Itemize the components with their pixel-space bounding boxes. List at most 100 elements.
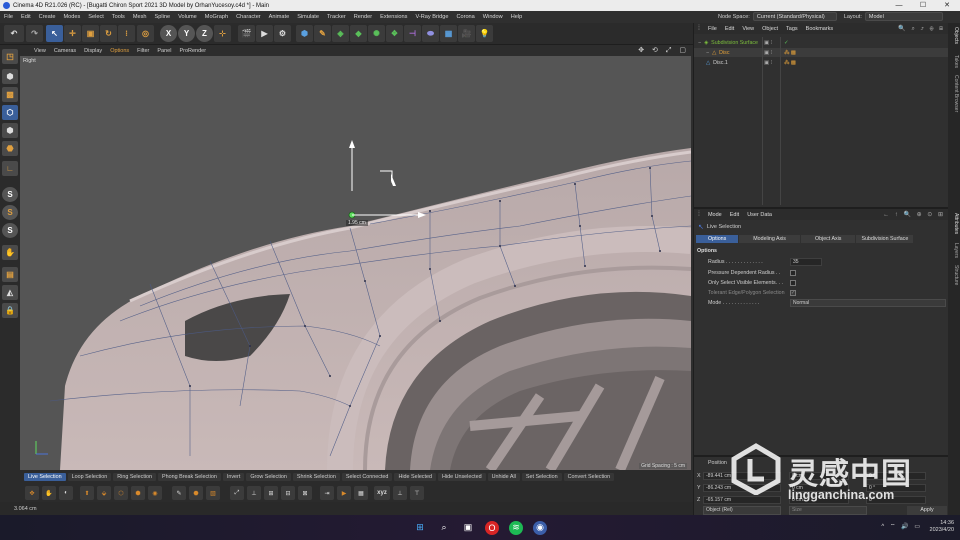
scale-icon[interactable]: ▣	[82, 25, 99, 42]
tray-icons[interactable]: ^ ⌔ 🔊 ▭	[881, 524, 922, 530]
y-axis-lock[interactable]: Y	[178, 25, 195, 42]
side-tab-content-browser[interactable]: Content Browser	[949, 75, 959, 112]
move-icon[interactable]: ✛	[64, 25, 81, 42]
render-settings-icon[interactable]: ⚙	[274, 25, 291, 42]
object-menu-object[interactable]: Object	[758, 26, 782, 32]
viewport-menu-options[interactable]: Options	[106, 48, 133, 54]
tab-phong-break-selection[interactable]: Phong Break Selection	[158, 473, 221, 481]
cube-icon[interactable]: ⬢	[296, 25, 313, 42]
floor-icon[interactable]: ▦	[440, 25, 457, 42]
menu-tools[interactable]: Tools	[108, 14, 129, 20]
smooth-shift-icon[interactable]: ⊟	[281, 486, 295, 500]
object-menu-bookmarks[interactable]: Bookmarks	[802, 26, 838, 32]
menu-corona[interactable]: Corona	[452, 14, 478, 20]
rotate-icon[interactable]: ↻	[100, 25, 117, 42]
close-hole-icon[interactable]: ◉	[148, 486, 162, 500]
viewport-menu-view[interactable]: View	[30, 48, 50, 54]
bridge-icon[interactable]: ⬢	[131, 486, 145, 500]
search-icon[interactable]: ⌕	[437, 521, 451, 535]
viewport-menu-cameras[interactable]: Cameras	[50, 48, 80, 54]
lock-workplane-icon[interactable]: 🔒	[2, 303, 18, 318]
knife-icon[interactable]: ✎	[172, 486, 186, 500]
attr-tab-object-axis[interactable]: Object Axis	[800, 235, 856, 243]
panel-grip-icon[interactable]: ⁞	[694, 211, 704, 218]
tab-set-selection[interactable]: Set Selection	[521, 473, 562, 481]
menu-vray-bridge[interactable]: V-Ray Bridge	[411, 14, 452, 20]
points-mode-icon[interactable]: ⬡	[2, 105, 18, 120]
menu-mograph[interactable]: MoGraph	[201, 14, 232, 20]
mirror-icon[interactable]: ⇥	[320, 486, 334, 500]
visibility-dots-icon[interactable]: ▣ ⁝	[764, 60, 772, 66]
stitch-icon[interactable]: ▧	[206, 486, 220, 500]
menu-create[interactable]: Create	[35, 14, 60, 20]
weld-icon[interactable]: ⬣	[189, 486, 203, 500]
attr-menu-user-data[interactable]: User Data	[743, 212, 776, 218]
play-forward-icon[interactable]: ▶	[337, 486, 351, 500]
arrange-icon[interactable]: ⊤	[410, 486, 424, 500]
menu-spline[interactable]: Spline	[151, 14, 175, 20]
magnet-icon[interactable]: ◐	[59, 486, 73, 500]
object-menu-view[interactable]: View	[738, 26, 758, 32]
expand-icon[interactable]: −	[698, 40, 701, 46]
x-axis-lock[interactable]: X	[160, 25, 177, 42]
object-row-subdivision-surface[interactable]: − ◈ Subdivision Surface ▣ ⁝ ✓	[694, 38, 949, 47]
attr-menu-edit[interactable]: Edit	[726, 212, 743, 218]
array-icon[interactable]: ◆	[350, 25, 367, 42]
spotify-icon[interactable]: ≋	[509, 520, 523, 535]
attr-tab-modeling-axis[interactable]: Modeling Axis	[739, 235, 800, 243]
mograph-cloner-icon[interactable]: ❖	[386, 25, 403, 42]
matrix-extrude-icon[interactable]: ⊠	[298, 486, 312, 500]
material-tag-icon[interactable]: ⁂ ▩	[784, 50, 796, 56]
menu-select[interactable]: Select	[84, 14, 108, 20]
tab-grow-selection[interactable]: Grow Selection	[246, 473, 291, 481]
menu-volume[interactable]: Volume	[174, 14, 201, 20]
attr-tab-subdivision-surface[interactable]: Subdivision Surface	[856, 235, 914, 243]
menu-help[interactable]: Help	[507, 14, 527, 20]
radius-field[interactable]: 35	[790, 258, 822, 266]
live-selection-icon[interactable]: ↖	[46, 25, 63, 42]
tab-hide-unselected[interactable]: Hide Unselected	[438, 473, 486, 481]
spline-tool-icon[interactable]: ⬬	[422, 25, 439, 42]
pressure-dependent-checkbox[interactable]	[790, 270, 796, 276]
normal-move-icon[interactable]: ⊥	[247, 486, 261, 500]
texture-mode-icon[interactable]: ▩	[2, 87, 18, 102]
move-tool-icon[interactable]: ✥	[25, 486, 39, 500]
tab-hide-selected[interactable]: Hide Selected	[394, 473, 437, 481]
axis-modifier-button[interactable]: xyz	[374, 486, 390, 500]
object-menu-tags[interactable]: Tags	[782, 26, 802, 32]
edges-mode-icon[interactable]: ⬢	[2, 123, 18, 138]
tab-live-selection[interactable]: Live Selection	[24, 473, 66, 481]
coordinate-system-icon[interactable]: ⊹	[214, 25, 231, 42]
sculpt-icon[interactable]: ▤	[2, 267, 18, 282]
tab-convert-selection[interactable]: Convert Selection	[563, 473, 615, 481]
tab-invert[interactable]: Invert	[222, 473, 245, 481]
expand-icon[interactable]: −	[706, 50, 709, 56]
axis-mode-icon[interactable]: ∟	[2, 161, 18, 176]
brush-icon[interactable]: ✋	[42, 486, 56, 500]
z-axis-lock[interactable]: Z	[196, 25, 213, 42]
enabled-check-icon[interactable]: ✓	[784, 40, 788, 46]
close-icon[interactable]: ✕	[936, 0, 958, 11]
object-manager-tools-icons[interactable]: 🔍 ⌕ ⤴ ⊕ ⊞	[898, 25, 945, 33]
maximize-icon[interactable]: ☐	[912, 0, 934, 11]
render-picture-viewer-icon[interactable]: ▶	[256, 25, 273, 42]
field-icon[interactable]: ⊣	[404, 25, 421, 42]
subdivision-surface-icon[interactable]: ◈	[332, 25, 349, 42]
extrude-inner-icon[interactable]: ⬙	[97, 486, 111, 500]
menu-render[interactable]: Render	[350, 14, 376, 20]
menu-mesh[interactable]: Mesh	[129, 14, 151, 20]
opera-browser-icon[interactable]: O	[485, 520, 499, 535]
panel-grip-icon[interactable]: ⁞	[694, 25, 704, 32]
menu-extensions[interactable]: Extensions	[376, 14, 411, 20]
workplane-snap-icon[interactable]: S	[2, 223, 18, 238]
task-view-icon[interactable]: ▣	[461, 521, 475, 535]
object-mode-icon[interactable]: ◎	[137, 25, 154, 42]
mode-dropdown[interactable]: Normal	[790, 299, 946, 307]
pen-icon[interactable]: ✎	[314, 25, 331, 42]
menu-edit[interactable]: Edit	[17, 14, 35, 20]
attribute-nav-icons[interactable]: ← ↑ 🔍 ⊕ ⊙ ⊞	[883, 211, 945, 218]
bevel-icon[interactable]: ⬡	[114, 486, 128, 500]
redo-icon[interactable]: ↷	[26, 25, 43, 42]
camera-icon[interactable]: 🎥	[458, 25, 475, 42]
viewport-navigation-icons[interactable]: ✥ ⟲ ⤢ ▢	[638, 46, 689, 55]
